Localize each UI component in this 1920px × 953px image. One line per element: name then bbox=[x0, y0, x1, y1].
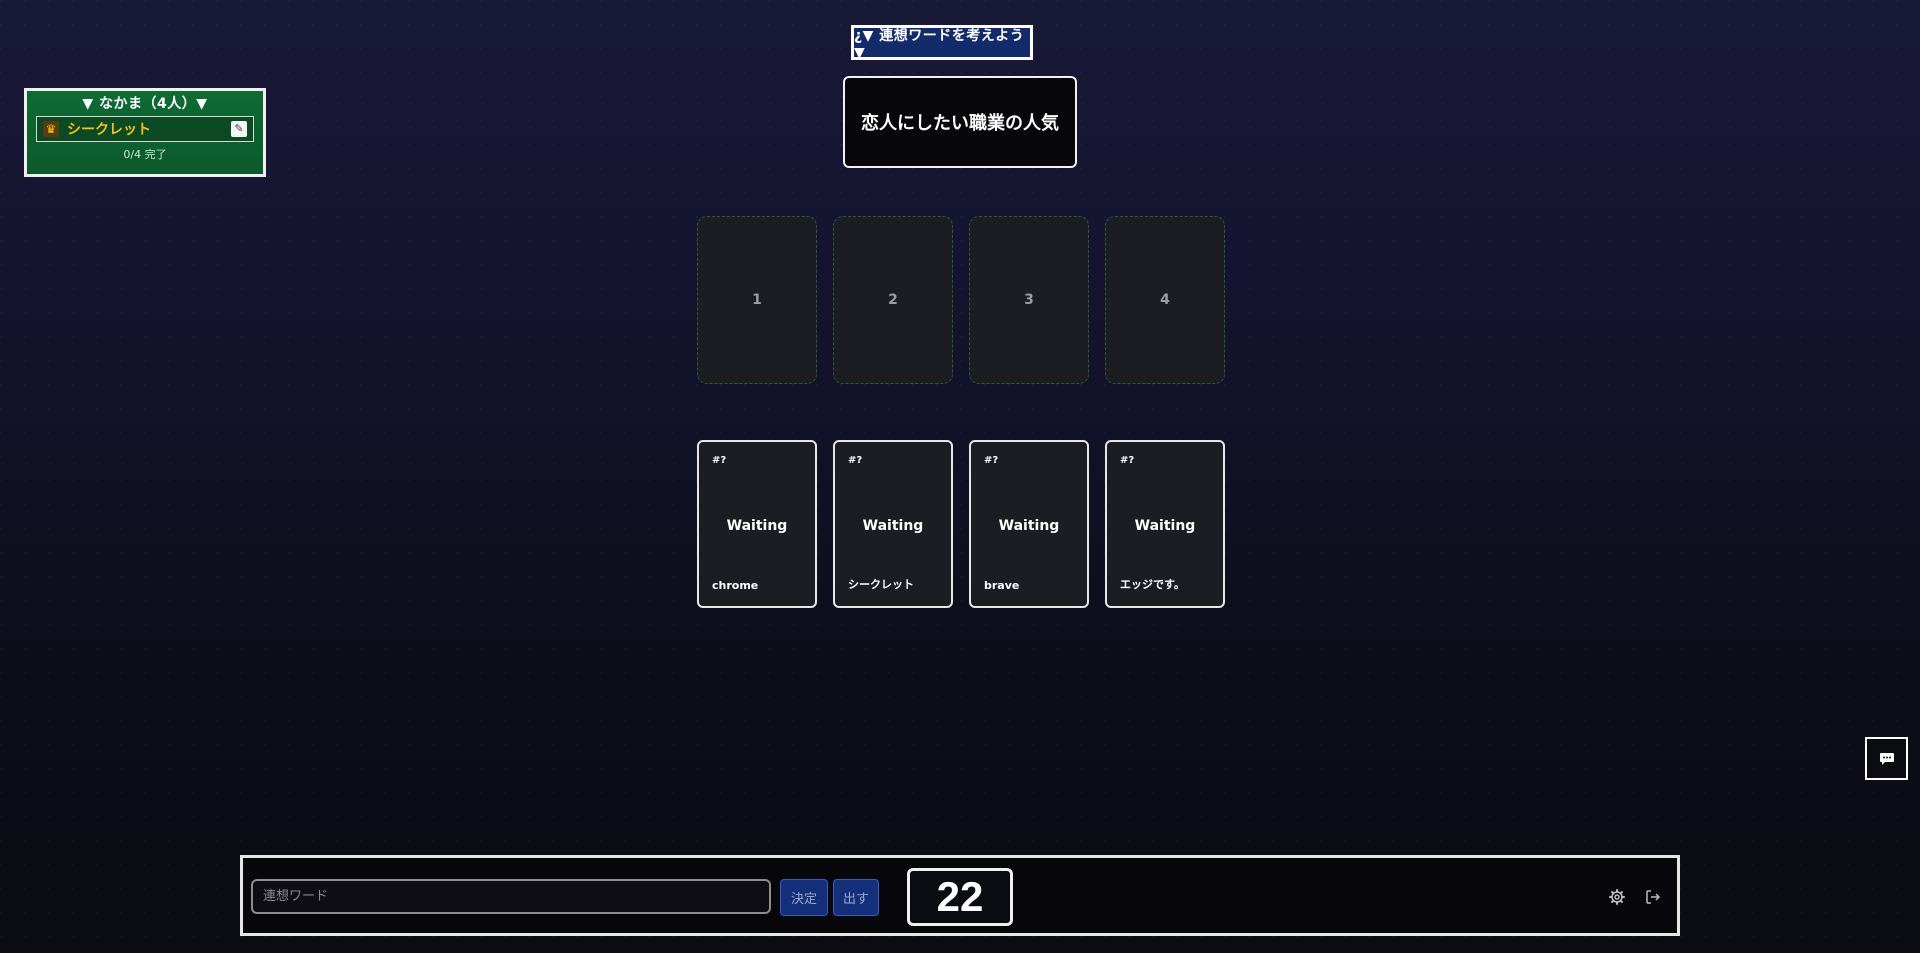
hand-card[interactable]: #? Waiting chrome bbox=[697, 440, 817, 608]
association-word-input[interactable] bbox=[251, 879, 771, 914]
card-number: #? bbox=[848, 455, 863, 466]
slot-2[interactable]: 2 bbox=[833, 216, 953, 384]
player-name: シークレット bbox=[67, 122, 151, 138]
hand-card[interactable]: #? Waiting brave bbox=[969, 440, 1089, 608]
slot-number: 4 bbox=[1160, 292, 1170, 308]
players-title[interactable]: ▼ なかま（4人）▼ bbox=[36, 94, 254, 114]
timer-value: 22 bbox=[936, 873, 984, 920]
hand-card[interactable]: #? Waiting シークレット bbox=[833, 440, 953, 608]
submit-button[interactable]: 出す bbox=[833, 879, 879, 916]
card-label: chrome bbox=[712, 579, 759, 592]
slot-1[interactable]: 1 bbox=[697, 216, 817, 384]
hand-card[interactable]: #? Waiting エッジです。 bbox=[1105, 440, 1225, 608]
card-number: #? bbox=[984, 455, 999, 466]
card-number: #? bbox=[712, 455, 727, 466]
decide-button[interactable]: 決定 bbox=[780, 879, 828, 916]
card-number: #? bbox=[1120, 455, 1135, 466]
card-label: シークレット bbox=[848, 578, 914, 591]
card-label: brave bbox=[984, 579, 1020, 592]
bottom-bar: 決定 出す 22 bbox=[240, 855, 1680, 936]
logout-icon bbox=[1646, 890, 1661, 904]
slot-number: 3 bbox=[1024, 292, 1034, 308]
crown-icon: ♛ bbox=[43, 121, 59, 137]
slot-number: 2 bbox=[888, 292, 898, 308]
settings-button[interactable] bbox=[1607, 887, 1627, 907]
gear-icon bbox=[1609, 889, 1625, 905]
card-status: Waiting bbox=[998, 518, 1060, 534]
exit-button[interactable] bbox=[1643, 887, 1663, 907]
progress-text: 0/4 完了 bbox=[123, 148, 167, 161]
phase-banner: ¿▼ 連想ワードを考えよう ▼ bbox=[851, 25, 1033, 61]
topic-text: 恋人にしたい職業の人気 bbox=[861, 113, 1059, 134]
card-status: Waiting bbox=[1134, 518, 1196, 534]
memo-icon: ✎ bbox=[231, 121, 247, 137]
card-status: Waiting bbox=[726, 518, 788, 534]
player-row: ♛ シークレット ✎ bbox=[36, 116, 254, 142]
phase-banner-text: ¿▼ 連想ワードを考えよう ▼ bbox=[854, 27, 1025, 61]
players-panel: ▼ なかま（4人）▼ ♛ シークレット ✎ 0/4 完了 bbox=[24, 88, 266, 177]
timer: 22 bbox=[907, 868, 1013, 926]
chat-button[interactable] bbox=[1865, 737, 1908, 780]
slot-3[interactable]: 3 bbox=[969, 216, 1089, 384]
slot-number: 1 bbox=[752, 292, 762, 308]
chat-icon bbox=[1879, 752, 1894, 765]
slot-4[interactable]: 4 bbox=[1105, 216, 1225, 384]
topic-card: 恋人にしたい職業の人気 bbox=[843, 76, 1077, 168]
card-status: Waiting bbox=[862, 518, 924, 534]
card-label: エッジです。 bbox=[1120, 578, 1185, 591]
